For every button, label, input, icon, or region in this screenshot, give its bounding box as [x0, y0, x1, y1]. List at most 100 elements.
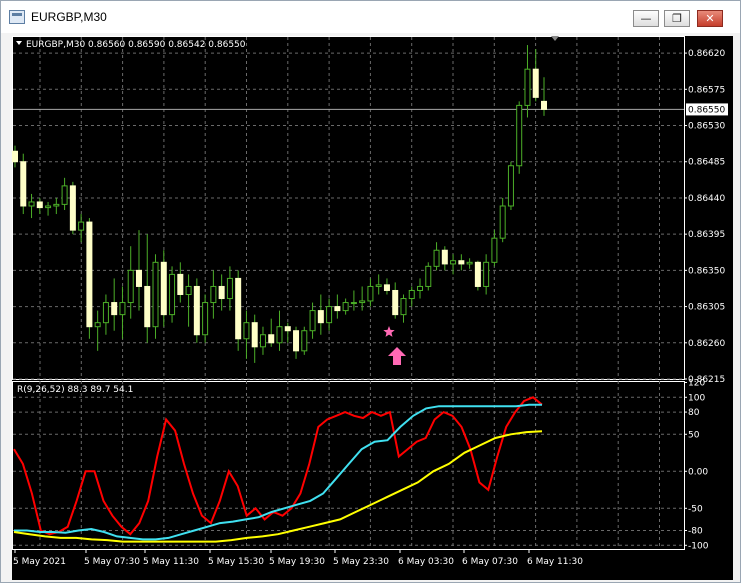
candle-body — [284, 326, 291, 332]
main-panel-border — [12, 36, 685, 380]
candle-body — [61, 185, 68, 205]
candle-body — [317, 310, 324, 324]
indicator-scale-label: 0.00 — [688, 467, 708, 477]
candle — [36, 197, 43, 215]
candle — [375, 274, 382, 295]
indicator-scale-label: 120 — [688, 378, 705, 388]
price-label: 0.86575 — [688, 85, 725, 95]
candle-body — [119, 302, 126, 316]
candle — [119, 286, 126, 339]
candle-body — [383, 284, 390, 291]
current-price-label: 0.86550 — [688, 105, 725, 115]
time-label: 5 May 23:30 — [333, 557, 389, 567]
candle-body — [94, 322, 101, 328]
candle-body — [375, 284, 382, 287]
candle — [276, 310, 283, 351]
time-label: 5 May 19:30 — [269, 557, 325, 567]
candle-body — [28, 201, 35, 207]
candle — [326, 298, 333, 331]
candle-body — [450, 260, 457, 265]
candle — [235, 270, 242, 351]
candle — [507, 161, 514, 211]
candle — [78, 214, 85, 243]
minimize-button[interactable]: — — [633, 10, 659, 27]
indicator-scale-label: 100 — [688, 393, 705, 403]
candle-body — [342, 302, 349, 312]
candle — [144, 234, 151, 343]
candle-body — [309, 310, 316, 332]
chart-window-icon — [9, 10, 25, 24]
candle-body — [160, 261, 167, 316]
candle — [342, 298, 349, 315]
chart-window: EURGBP,M30 — ❐ ✕ 0.86620 0.86575 0.86530 0.… — [0, 0, 741, 583]
candle — [458, 254, 465, 271]
time-label: 5 May 11:30 — [143, 557, 199, 567]
candle-body — [425, 265, 432, 287]
restore-button[interactable]: ❐ — [664, 10, 690, 27]
candle-body — [532, 68, 539, 98]
chart-area[interactable]: 0.86620 0.86575 0.86530 0.86485 0.86440 0.863… — [12, 36, 733, 580]
candle — [20, 153, 27, 215]
candle-body — [541, 100, 547, 110]
candle-body — [53, 203, 60, 207]
candle — [541, 77, 547, 116]
candle — [367, 278, 374, 307]
collapse-triangle-icon — [16, 41, 22, 45]
candle — [135, 230, 142, 311]
candle-body — [193, 285, 200, 336]
candle — [474, 260, 481, 291]
title-bar[interactable]: EURGBP,M30 — ❐ ✕ — [1, 1, 740, 33]
candle-body — [218, 285, 225, 300]
star-marker — [383, 326, 395, 337]
candle-body — [400, 298, 407, 316]
candle-body — [235, 277, 242, 340]
candle — [392, 282, 399, 319]
candle — [383, 278, 390, 295]
price-label: 0.86440 — [688, 194, 725, 204]
candle-body — [268, 334, 275, 344]
indicator-header: R(9,26,52) 88.3 89.7 54.1 — [17, 385, 133, 395]
candle — [102, 294, 109, 335]
candle — [268, 318, 275, 347]
arrow-up-icon — [388, 347, 406, 365]
candle-body — [293, 330, 300, 352]
candle — [441, 246, 448, 271]
candle-body — [359, 300, 366, 304]
candle — [334, 294, 341, 319]
indicator-scale-label: -80 — [688, 526, 703, 536]
main-chart-header: EURGBP,M30 0.86560 0.86590 0.86542 0.865… — [26, 40, 246, 50]
candle-body — [326, 306, 333, 324]
candle — [202, 294, 209, 343]
price-label: 0.86530 — [688, 122, 725, 132]
candle-body — [516, 104, 523, 167]
indicator-scale-label: -50 — [688, 504, 703, 514]
candle — [466, 258, 473, 269]
indicator-scale-label: 80 — [688, 408, 700, 418]
candle-body — [86, 221, 93, 328]
candle — [69, 181, 76, 235]
candle — [226, 266, 233, 311]
candle — [483, 254, 490, 295]
price-label: 0.86620 — [688, 49, 725, 59]
candle — [524, 45, 531, 118]
candle — [251, 314, 258, 363]
candle-body — [491, 237, 498, 263]
close-button[interactable]: ✕ — [697, 10, 723, 27]
candle — [491, 230, 498, 267]
candle — [127, 246, 134, 319]
candle-body — [210, 285, 217, 304]
candle-body — [392, 289, 399, 316]
chart-canvas[interactable]: 0.86620 0.86575 0.86530 0.86485 0.86440 0.863… — [12, 36, 733, 580]
chart-shift-marker-icon — [551, 36, 559, 41]
candle — [152, 254, 159, 339]
candle-body — [458, 260, 465, 265]
candle-body — [301, 330, 308, 352]
candle — [94, 310, 101, 351]
candle — [243, 310, 250, 359]
candle-body — [350, 302, 357, 305]
candle — [218, 274, 225, 311]
candle-body — [243, 322, 250, 340]
candle — [425, 262, 432, 291]
candle-body — [367, 285, 374, 302]
time-label: 6 May 03:30 — [398, 557, 454, 567]
